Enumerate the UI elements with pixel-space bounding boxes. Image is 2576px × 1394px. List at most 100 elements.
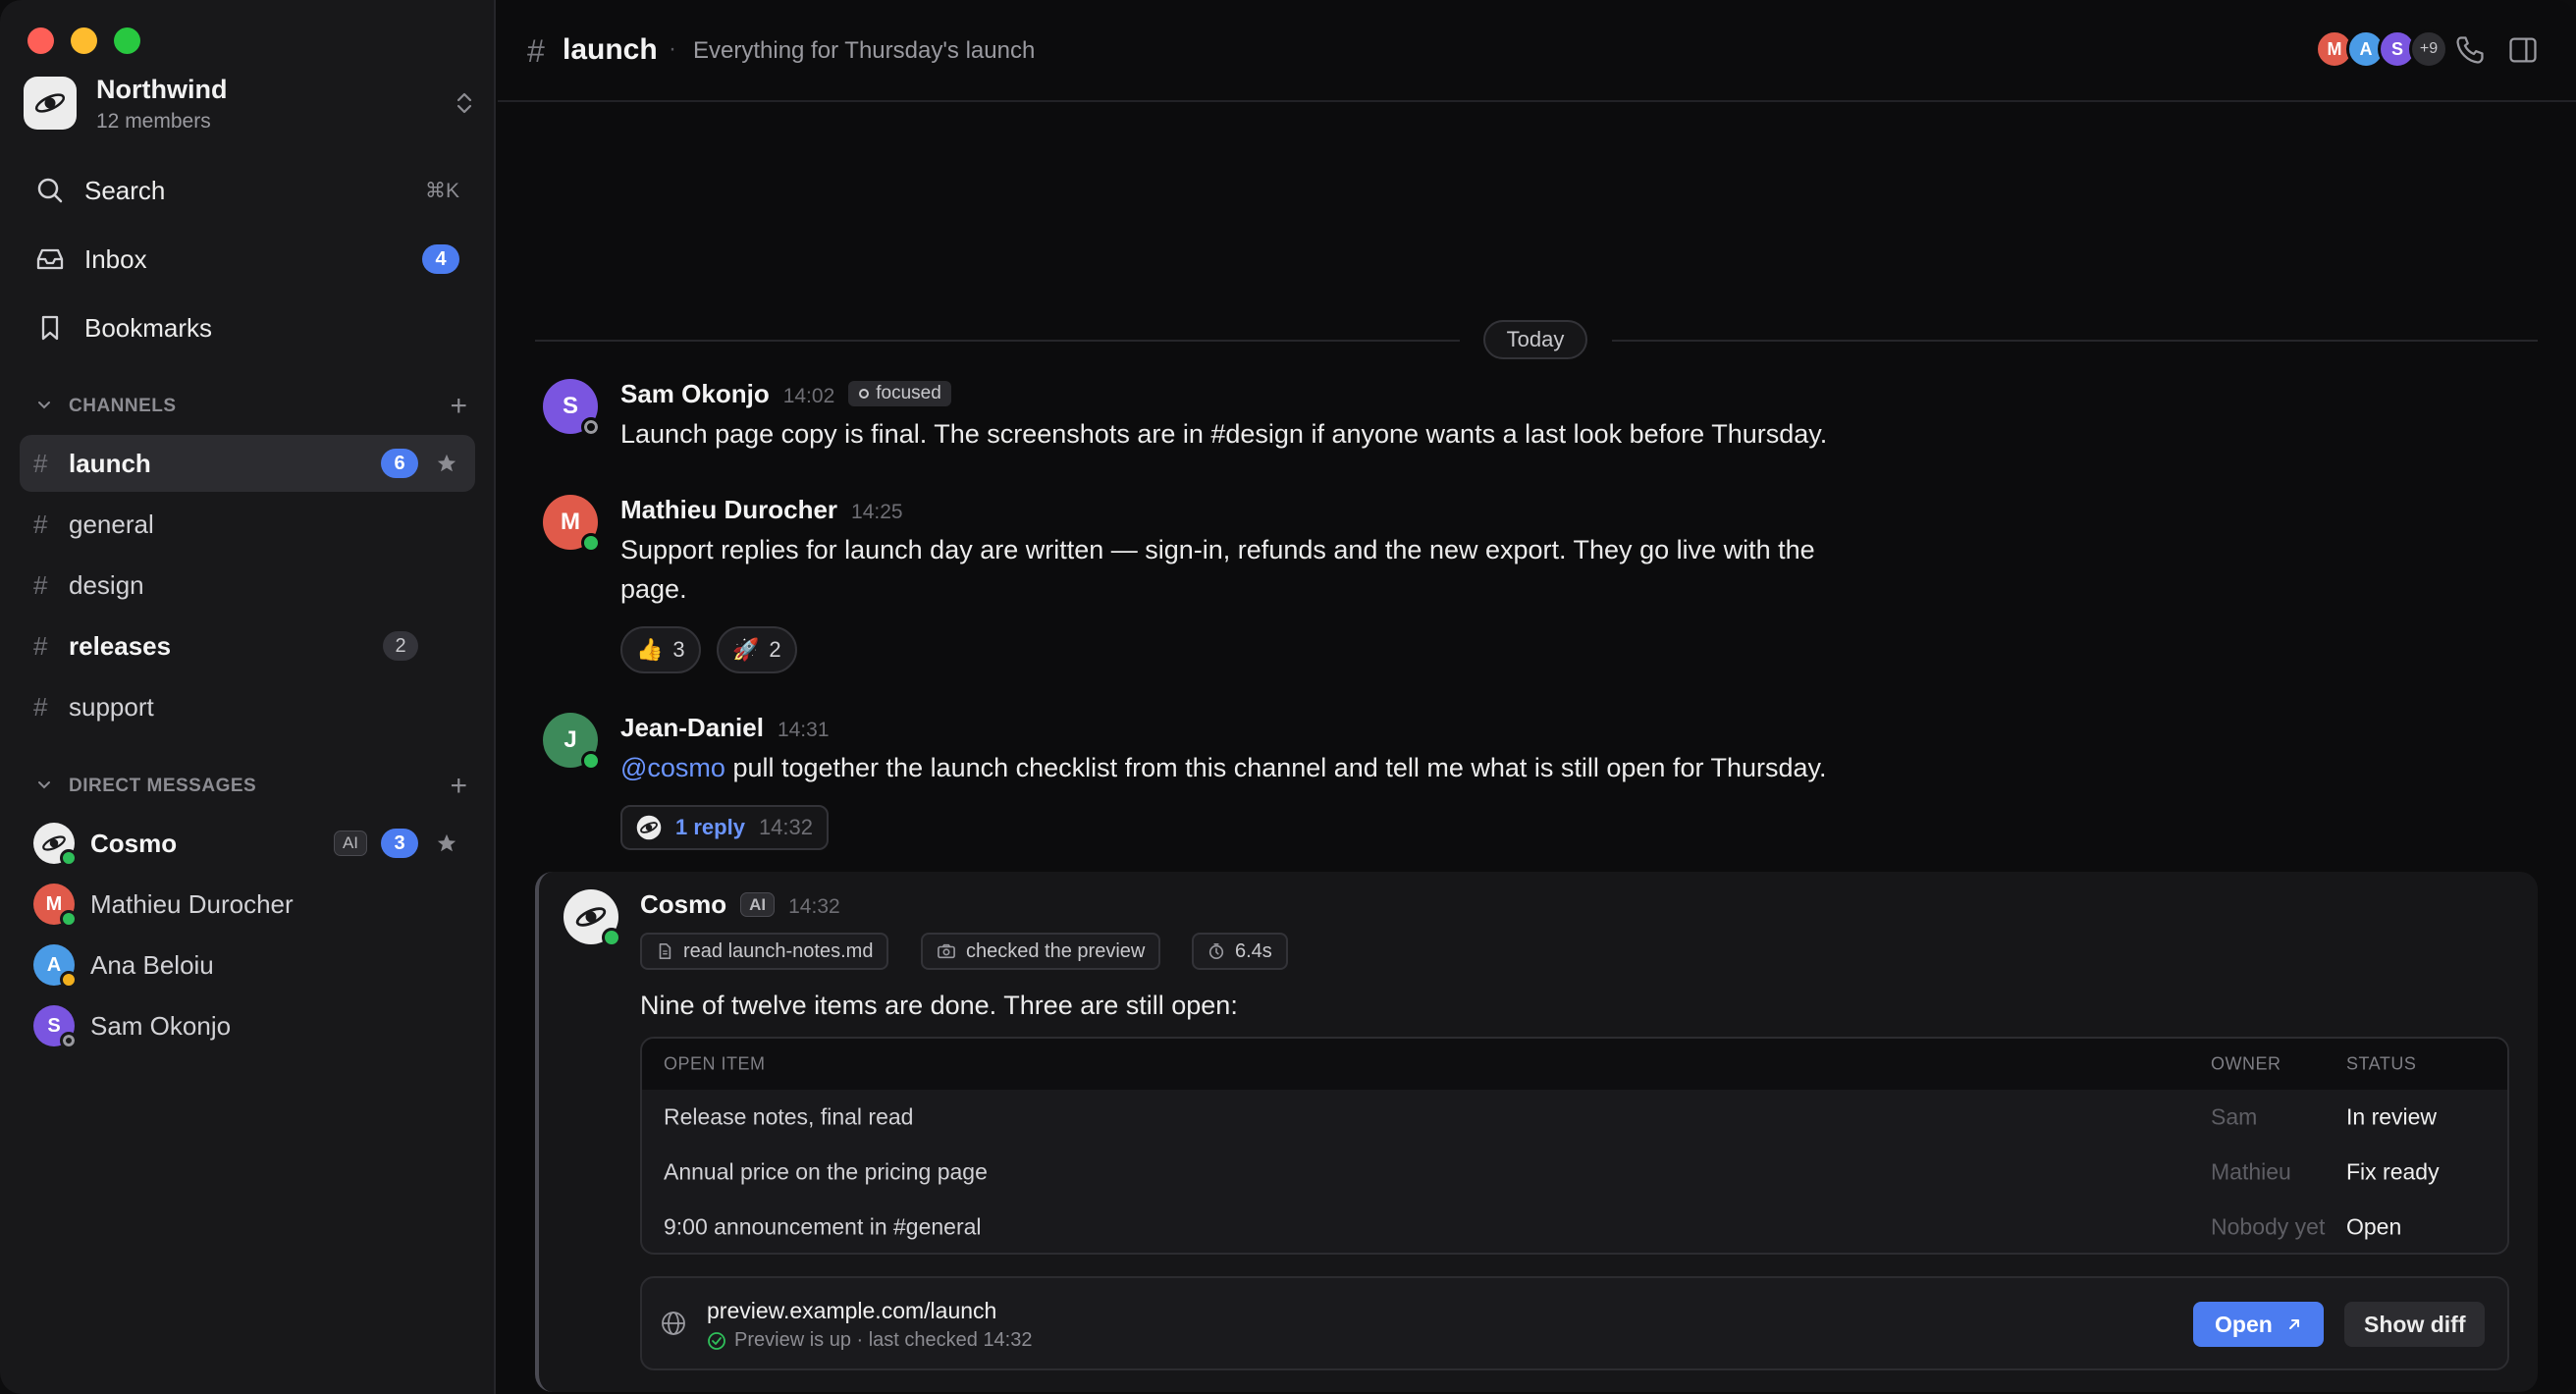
author-name[interactable]: Mathieu Durocher xyxy=(620,495,837,524)
star-icon[interactable] xyxy=(432,832,461,854)
phone-icon[interactable] xyxy=(2453,33,2487,72)
avatar-initial: A xyxy=(46,953,62,976)
author-name[interactable]: Cosmo xyxy=(640,889,726,919)
ai-message: Cosmo AI 14:32 xyxy=(564,889,840,947)
hash-icon: # xyxy=(33,509,48,539)
nav-search[interactable]: Search ⌘K xyxy=(33,169,465,212)
ai-tag: AI xyxy=(333,831,367,856)
online-status-icon xyxy=(581,533,601,553)
tool-step[interactable]: checked the preview xyxy=(921,933,1161,970)
channel-item-support[interactable]: # support xyxy=(20,678,475,735)
separator-dot: · xyxy=(669,35,676,62)
message-time: 14:02 xyxy=(782,385,835,407)
hash-icon: # xyxy=(33,630,48,661)
search-icon xyxy=(33,174,67,207)
workspace-switcher[interactable]: Northwind 12 members xyxy=(24,75,475,135)
divider-line xyxy=(535,340,1460,342)
channel-item-launch[interactable]: # launch 6 xyxy=(20,435,475,492)
zoom-window-button[interactable] xyxy=(114,27,140,54)
message: M Mathieu Durocher 14:25 Support replies … xyxy=(543,495,1815,604)
sidebar-toggle-icon[interactable] xyxy=(2506,33,2540,72)
item-cell: Annual price on the pricing page xyxy=(664,1158,988,1185)
preview-card: preview.example.com/launch Preview is up… xyxy=(640,1276,2509,1370)
dm-item-mathieu[interactable]: M Mathieu Durocher xyxy=(20,876,475,933)
author-name[interactable]: Sam Okonjo xyxy=(620,379,770,408)
tool-step[interactable]: read launch-notes.md xyxy=(640,933,889,970)
dm-item-cosmo[interactable]: Cosmo AI 3 xyxy=(20,815,475,872)
show-diff-button[interactable]: Show diff xyxy=(2344,1302,2486,1347)
status-pill: focused xyxy=(848,381,951,406)
channel-count-badge: 2 xyxy=(383,631,418,661)
message: J Jean-Daniel 14:31 @cosmo pull together … xyxy=(543,713,1827,782)
cosmo-logo-icon xyxy=(636,815,662,840)
add-dm-button[interactable]: + xyxy=(450,772,467,801)
thread-reply-button[interactable]: 1 reply 14:32 xyxy=(620,805,829,850)
table-row: Release notes, final read Sam In review xyxy=(642,1090,2507,1145)
preview-url[interactable]: preview.example.com/launch xyxy=(707,1298,996,1324)
owner-cell: Sam xyxy=(2211,1103,2258,1130)
online-status-icon xyxy=(60,849,78,867)
channel-name: releases xyxy=(69,630,172,661)
star-icon[interactable] xyxy=(432,453,461,474)
channels-section-label: CHANNELS xyxy=(69,396,177,416)
workspace-logo-icon xyxy=(24,77,77,130)
avatar[interactable]: J xyxy=(543,713,601,771)
offline-status-icon xyxy=(581,417,601,437)
open-preview-button[interactable]: Open xyxy=(2193,1302,2324,1347)
check-circle-icon xyxy=(708,1331,725,1350)
item-cell: Release notes, final read xyxy=(664,1103,914,1130)
chevron-up-down-icon xyxy=(454,88,475,123)
preview-status: Preview is up · last checked 14:32 xyxy=(707,1329,1033,1352)
open-items-table: OPEN ITEM OWNER STATUS Release notes, fi… xyxy=(640,1037,2509,1255)
dm-unread-badge: 3 xyxy=(381,829,418,858)
focus-icon xyxy=(859,389,870,399)
open-button-label: Open xyxy=(2215,1311,2273,1337)
status-cell: In review xyxy=(2346,1103,2438,1130)
table-row: Annual price on the pricing page Mathieu… xyxy=(642,1145,2507,1200)
channel-description: Everything for Thursday's launch xyxy=(693,37,1036,64)
close-window-button[interactable] xyxy=(27,27,54,54)
inbox-unread-badge: 4 xyxy=(422,244,459,274)
tool-step: 6.4s xyxy=(1192,933,1288,970)
owner-cell: Nobody yet xyxy=(2211,1213,2326,1240)
message-header: Mathieu Durocher 14:25 xyxy=(620,495,903,525)
avatar[interactable]: S xyxy=(543,379,601,437)
thumbs-up-emoji: 👍 xyxy=(636,637,664,662)
message-text-line: Support replies for launch day are writt… xyxy=(620,535,1815,564)
dm-name: Sam Okonjo xyxy=(90,1010,232,1041)
dm-name: Ana Beloiu xyxy=(90,949,214,980)
nav-bookmarks[interactable]: Bookmarks xyxy=(33,306,465,349)
channel-item-releases[interactable]: # releases 2 xyxy=(20,617,475,674)
channel-item-general[interactable]: # general xyxy=(20,496,475,553)
column-header: STATUS xyxy=(2346,1053,2417,1074)
hash-icon: # xyxy=(527,33,545,69)
nav-inbox[interactable]: Inbox 4 xyxy=(33,238,465,281)
message-time: 14:31 xyxy=(777,719,830,741)
sidebar: Northwind 12 members Search ⌘K Inbox 4 B… xyxy=(0,0,496,1394)
author-name[interactable]: Jean-Daniel xyxy=(620,713,764,742)
minimize-window-button[interactable] xyxy=(71,27,97,54)
dm-item-sam[interactable]: S Sam Okonjo xyxy=(20,997,475,1054)
nav-inbox-label: Inbox xyxy=(84,243,147,274)
avatar[interactable]: M xyxy=(543,495,601,553)
preview-status-text: Preview is up · last checked 14:32 xyxy=(734,1329,1033,1351)
dm-section-header[interactable]: DIRECT MESSAGES + xyxy=(35,772,467,801)
reaction-count: 3 xyxy=(672,637,685,662)
avatar-initial: J xyxy=(564,726,577,753)
avatar[interactable] xyxy=(564,889,621,947)
online-status-icon xyxy=(602,928,621,947)
avatar: A xyxy=(33,944,78,989)
dm-item-ana[interactable]: A Ana Beloiu xyxy=(20,937,475,993)
app-window: Northwind 12 members Search ⌘K Inbox 4 B… xyxy=(0,0,2576,1394)
mention-link[interactable]: @cosmo xyxy=(620,753,725,782)
reaction-thumbs-up[interactable]: 👍 3 xyxy=(620,626,701,673)
add-channel-button[interactable]: + xyxy=(450,392,467,421)
hash-icon: # xyxy=(33,448,48,478)
channels-section-header[interactable]: CHANNELS + xyxy=(35,392,467,421)
channel-unread-badge: 6 xyxy=(381,449,418,478)
reaction-rocket[interactable]: 🚀 2 xyxy=(717,626,797,673)
status-text: focused xyxy=(876,383,941,403)
online-status-icon xyxy=(60,910,78,928)
channel-item-design[interactable]: # design xyxy=(20,557,475,614)
channel-members[interactable]: M A S +9 xyxy=(2315,29,2448,69)
